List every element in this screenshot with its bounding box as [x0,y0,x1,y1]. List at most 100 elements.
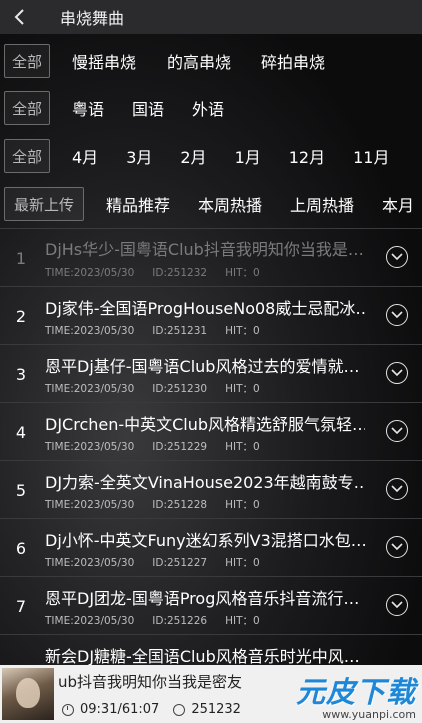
filter-option[interactable]: 1月 [235,144,261,168]
song-title: 恩平Dj基仔-国粤语Club风格过去的爱情就… [45,357,360,376]
filter-option[interactable]: 2月 [180,144,206,168]
filter-option[interactable]: 本周热播 [198,192,262,216]
list-item[interactable]: 6 Dj小怀-中英文Funy迷幻系列V3混搭口水包… TIME:2023/05/… [0,518,422,576]
expand-button[interactable] [386,536,408,558]
song-index: 3 [15,365,27,384]
album-cover[interactable] [2,668,54,720]
expand-button[interactable] [386,594,408,616]
filter-row-month: 全部 4月 3月 2月 1月 12月 11月 [0,135,422,177]
song-time: TIME:2023/05/30 [45,499,135,511]
song-index: 1 [15,249,27,268]
watermark-url: www.yuanpi.com [322,708,416,721]
filter-option[interactable]: 碎拍串烧 [261,49,325,73]
filter-option[interactable]: 国语 [132,96,164,120]
filter-option[interactable]: 外语 [192,96,224,120]
filter-latest-upload[interactable]: 最新上传 [4,187,84,221]
filter-all-style[interactable]: 全部 [4,44,50,78]
filter-option[interactable]: 3月 [126,144,152,168]
song-time: TIME:2023/05/30 [45,441,135,453]
song-meta: TIME:2023/05/30 ID:251226 HIT：0 [45,613,278,628]
song-hit: HIT：0 [225,557,260,569]
song-meta: TIME:2023/05/30 ID:251228 HIT：0 [45,497,278,512]
chevron-down-icon [391,543,403,551]
filter-option[interactable]: 11月 [353,144,389,168]
song-time: TIME:2023/05/30 [45,267,135,279]
watermark-brand: 元皮下载 [295,675,416,709]
song-meta: TIME:2023/05/30 ID:251227 HIT：0 [45,555,278,570]
song-hit: HIT：0 [225,325,260,337]
playback-time: 09:31/61:07 [80,702,160,717]
filter-all-language[interactable]: 全部 [4,91,50,125]
song-hit: HIT：0 [225,499,260,511]
song-title: Dj家伟-全国语ProgHouseNo08威士忌配冰… [45,299,365,318]
chevron-down-icon [391,601,403,609]
song-index: 6 [15,539,27,558]
song-title: DJ力索-全英文VinaHouse2023年越南鼓专… [45,473,365,492]
page-title: 串烧舞曲 [60,9,125,28]
song-id: ID:251227 [152,557,208,569]
expand-button[interactable] [386,420,408,442]
song-id: ID:251232 [152,267,208,279]
chevron-down-icon [391,311,403,319]
song-title: Dj小怀-中英文Funy迷幻系列V3混搭口水包… [45,531,365,550]
mini-player[interactable]: ub抖音我明知你当我是密友 09:31/61:07 251232 元皮下载 ww… [0,665,422,723]
filter-option[interactable]: 4月 [72,144,98,168]
song-index: 7 [15,597,27,616]
song-meta: TIME:2023/05/30 ID:251232 HIT：0 [45,265,278,280]
expand-button[interactable] [386,246,408,268]
song-meta: TIME:2023/05/30 ID:251229 HIT：0 [45,439,278,454]
clock-icon [62,703,74,716]
list-item[interactable]: 7 恩平DJ团龙-国粤语Prog风格音乐抖音流行… TIME:2023/05/3… [0,576,422,634]
song-hit: HIT：0 [225,615,260,627]
song-time: TIME:2023/05/30 [45,383,135,395]
filter-option[interactable]: 上周热播 [290,192,354,216]
list-item[interactable]: 4 DJCrchen-中英文Club风格精选舒服气氛轻… TIME:2023/0… [0,402,422,460]
song-meta: TIME:2023/05/30 ID:251230 HIT：0 [45,381,278,396]
song-title: 恩平DJ团龙-国粤语Prog风格音乐抖音流行… [45,589,360,608]
song-title: DjHs华少-国粤语Club抖音我明知你当我是… [45,240,364,259]
song-index: 5 [15,481,27,500]
song-list: 1 DjHs华少-国粤语Club抖音我明知你当我是… TIME:2023/05/… [0,228,422,692]
list-item[interactable]: 3 恩平Dj基仔-国粤语Club风格过去的爱情就… TIME:2023/05/3… [0,344,422,402]
song-meta: TIME:2023/05/30 ID:251231 HIT：0 [45,323,278,338]
chevron-down-icon [391,427,403,435]
song-id: ID:251229 [152,441,208,453]
song-time: TIME:2023/05/30 [45,325,135,337]
song-time: TIME:2023/05/30 [45,557,135,569]
filter-option[interactable]: 慢摇串烧 [72,49,136,73]
now-playing-title: ub抖音我明知你当我是密友 [58,673,243,691]
song-id: ID:251231 [152,325,208,337]
filter-option[interactable]: 12月 [289,144,325,168]
back-button[interactable] [0,0,40,34]
id-icon [173,703,186,716]
song-title: DJCrchen-中英文Club风格精选舒服气氛轻… [45,415,365,434]
filter-option[interactable]: 精品推荐 [106,192,170,216]
filter-option[interactable]: 粤语 [72,96,104,120]
list-item[interactable]: 1 DjHs华少-国粤语Club抖音我明知你当我是… TIME:2023/05/… [0,228,422,286]
song-id: ID:251228 [152,499,208,511]
song-time: TIME:2023/05/30 [45,615,135,627]
song-index: 4 [15,423,27,442]
top-bar: 串烧舞曲 [0,0,422,34]
song-hit: HIT：0 [225,267,260,279]
filter-row-style: 全部 慢摇串烧 的高串烧 碎拍串烧 [0,40,422,82]
list-item[interactable]: 5 DJ力索-全英文VinaHouse2023年越南鼓专… TIME:2023/… [0,460,422,518]
expand-button[interactable] [386,304,408,326]
chevron-down-icon [391,253,403,261]
filter-row-language: 全部 粤语 国语 外语 [0,87,422,129]
song-id: ID:251226 [152,615,208,627]
filter-option[interactable]: 本月 [382,192,414,216]
expand-button[interactable] [386,478,408,500]
song-hit: HIT：0 [225,441,260,453]
filter-row-sort: 最新上传 精品推荐 本周热播 上周热播 本月 [0,183,422,225]
now-playing-meta: 09:31/61:07 251232 [62,702,241,717]
chevron-down-icon [391,369,403,377]
watermark-logo: 元皮下载 www.yuanpi.com [266,669,416,721]
song-index: 2 [15,307,27,326]
filter-option[interactable]: 的高串烧 [167,49,231,73]
expand-button[interactable] [386,362,408,384]
song-hit: HIT：0 [225,383,260,395]
filter-all-month[interactable]: 全部 [4,139,50,173]
chevron-down-icon [391,485,403,493]
list-item[interactable]: 2 Dj家伟-全国语ProgHouseNo08威士忌配冰… TIME:2023/… [0,286,422,344]
